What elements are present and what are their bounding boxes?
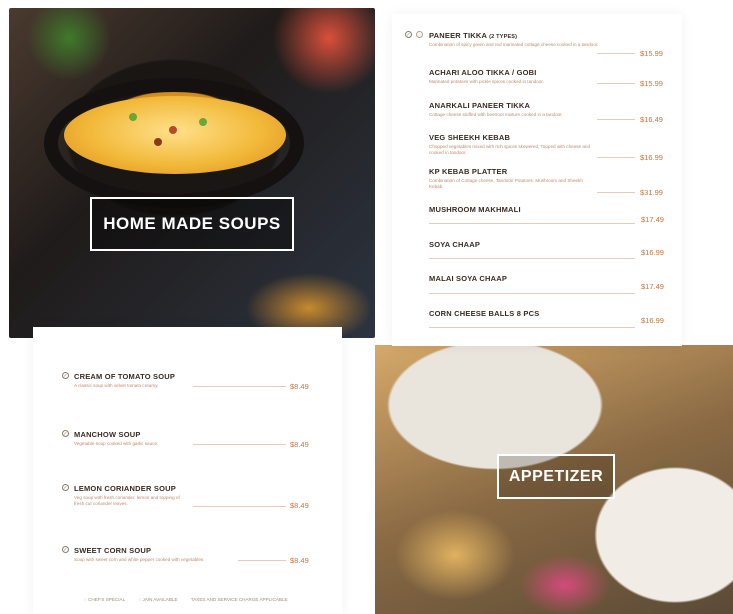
menu-item-name: SOYA CHAAP: [429, 240, 481, 249]
menu-legend: ◌ CHEF'S SPECIAL ◌ JAIN AVAILABLE TAXES …: [84, 597, 294, 602]
menu-item-description: Chopped vegetables mixed with rich spice…: [429, 144, 591, 155]
chef-special-legend: ◌ CHEF'S SPECIAL: [84, 597, 126, 602]
menu-item-description: Veg soup with fresh coriander, lemon and…: [74, 495, 180, 506]
price-leader-line: [597, 157, 635, 158]
menu-item-price: $17.49: [641, 215, 664, 224]
jain-available-legend: ◌ JAIN AVAILABLE: [138, 597, 178, 602]
menu-item-name: MANCHOW SOUP: [74, 430, 141, 439]
menu-item-name: PANEER TIKKA (2 TYPES): [429, 31, 517, 40]
garnish-dot: [199, 118, 207, 126]
chef-special-icon: ✓: [62, 546, 69, 553]
price-leader-line: [193, 444, 286, 445]
menu-item-name: VEG SHEEKH KEBAB: [429, 133, 511, 142]
menu-item-price: $8.49: [290, 440, 309, 449]
menu-item-description: Vegetable soup cooked with garlic sauce.: [74, 441, 159, 446]
price-leader-line: [597, 119, 635, 120]
menu-item-name: MUSHROOM MAKHMALI: [429, 205, 521, 214]
menu-item-name: ACHARI ALOO TIKKA / GOBI: [429, 68, 537, 77]
menu-item-description: Marinated potatoes with pickle spices co…: [429, 79, 544, 84]
menu-item-description: A classic soup with velvet tomato creamy…: [74, 383, 159, 388]
chef-special-icon: ✓: [62, 372, 69, 379]
soup-hero-image: HOME MADE SOUPS: [9, 8, 375, 338]
chef-special-icon: ✓: [62, 430, 69, 437]
soup-surface: [64, 96, 286, 174]
menu-item-name: CREAM OF TOMATO SOUP: [74, 372, 176, 381]
menu-item-name: LEMON CORIANDER SOUP: [74, 484, 176, 493]
menu-item-description: Combination of spicy green and red marin…: [429, 42, 599, 47]
menu-item-name-text: PANEER TIKKA: [429, 31, 487, 40]
price-leader-line: [193, 506, 286, 507]
menu-item-price: $8.49: [290, 382, 309, 391]
price-leader-line: [429, 258, 635, 259]
menu-item-price: $16.99: [641, 248, 664, 257]
jain-available-icon: ◌: [416, 31, 423, 38]
menu-item-price: $16.99: [640, 153, 663, 162]
price-leader-line: [238, 560, 286, 561]
garnish-dot: [129, 113, 137, 121]
menu-item-description: Soup with sweet corn and white pepper co…: [74, 557, 205, 562]
menu-item-description: Cottage cheese stuffed with beetroot mix…: [429, 112, 563, 117]
soup-section-title-box: HOME MADE SOUPS: [90, 197, 294, 251]
chef-special-legend-label: CHEF'S SPECIAL: [88, 597, 126, 602]
taxes-note: TAXES AND SERVICE CHARGE APPLICABLE: [190, 597, 288, 602]
menu-item-name: SWEET CORN SOUP: [74, 546, 152, 555]
price-leader-line: [597, 83, 635, 84]
soup-section-title: HOME MADE SOUPS: [103, 214, 281, 233]
price-leader-line: [597, 53, 635, 54]
menu-item-name: MALAI SOYA CHAAP: [429, 274, 508, 283]
menu-item-name: ANARKALI PANEER TIKKA: [429, 101, 531, 110]
price-leader-line: [429, 327, 635, 328]
menu-item-price: $15.99: [640, 79, 663, 88]
garnish-dot: [169, 126, 177, 134]
menu-item-price: $8.49: [290, 556, 309, 565]
appetizer-section-title-box: APPETIZER: [497, 454, 615, 499]
chef-special-icon: ✓: [405, 31, 412, 38]
soup-menu-card: ✓ CREAM OF TOMATO SOUP A classic soup wi…: [33, 327, 342, 614]
menu-item-name-suffix: (2 TYPES): [489, 34, 518, 40]
menu-item-description: Combination of Cottage cheese, Tandoori …: [429, 178, 583, 189]
price-leader-line: [429, 293, 635, 294]
chef-special-icon: ✓: [62, 484, 69, 491]
menu-item-price: $15.99: [640, 49, 663, 58]
garnish-dot: [154, 138, 162, 146]
menu-item-name: KP KEBAB PLATTER: [429, 167, 508, 176]
jain-available-legend-label: JAIN AVAILABLE: [142, 597, 178, 602]
menu-item-name: CORN CHEESE BALLS 8 PCS: [429, 309, 540, 318]
appetizer-menu-card: ✓ ◌ PANEER TIKKA (2 TYPES) Combination o…: [392, 14, 682, 346]
menu-item-price: $16.99: [641, 316, 664, 325]
price-leader-line: [597, 192, 635, 193]
menu-item-price: $31.99: [640, 188, 663, 197]
appetizer-section-title: APPETIZER: [508, 467, 604, 485]
menu-item-price: $16.49: [640, 115, 663, 124]
price-leader-line: [193, 386, 286, 387]
price-leader-line: [429, 223, 635, 224]
menu-item-price: $17.49: [641, 282, 664, 291]
appetizer-hero-image: APPETIZER: [375, 345, 733, 614]
menu-item-price: $8.49: [290, 501, 309, 510]
